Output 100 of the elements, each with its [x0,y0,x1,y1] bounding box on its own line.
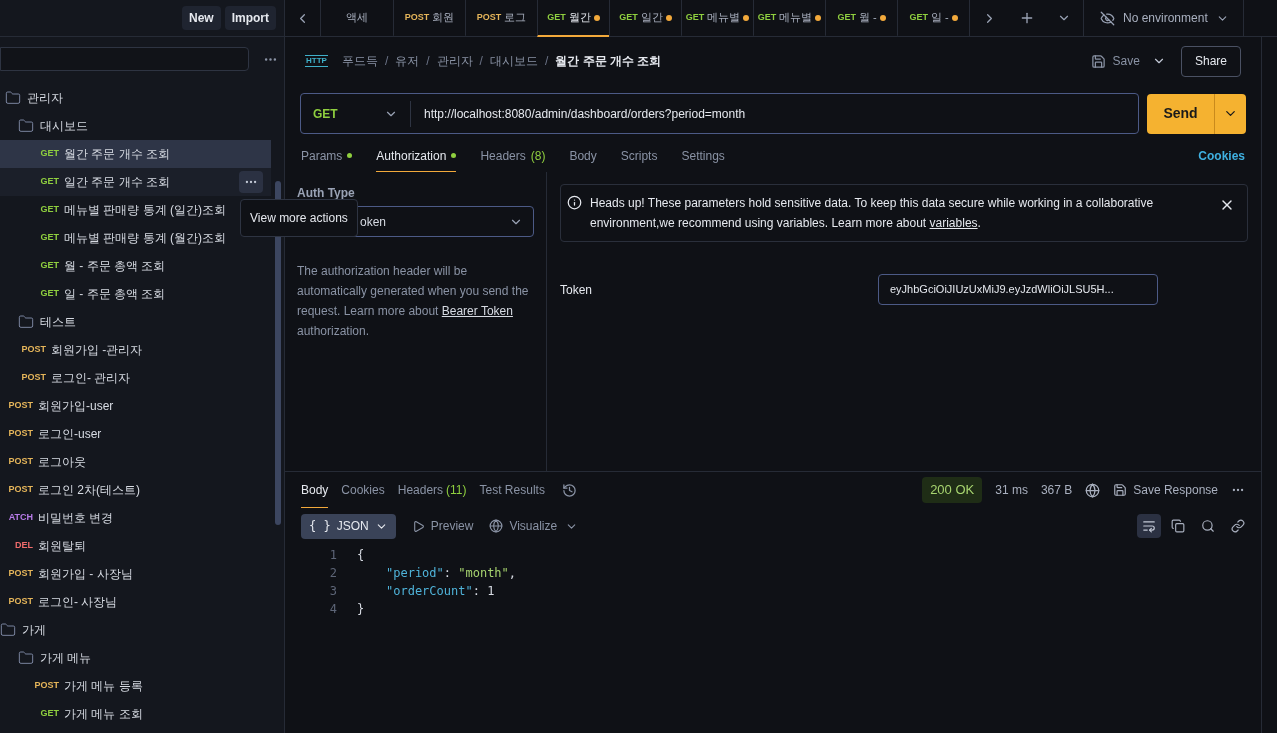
format-selector[interactable]: { } JSON [301,513,396,539]
request-item[interactable]: GET 일간 주문 개수 조회 [0,168,271,196]
save-icon [1090,53,1106,69]
method-selector[interactable]: GET [301,100,411,127]
globe-icon [489,519,504,533]
request-tab[interactable]: GET 일간 [609,0,681,37]
save-response-button[interactable]: Save Response [1113,481,1218,499]
folder-icon [5,90,21,106]
request-item[interactable]: GET 월 - 주문 총액 조회 [0,252,271,280]
request-item[interactable]: POST 회원가입-user [0,392,271,420]
request-tab[interactable]: Scripts [620,140,658,172]
request-item[interactable]: POST 로그인- 사장님 [0,588,271,616]
search-icon[interactable] [1201,519,1215,533]
request-item[interactable]: DEL 회원탈퇴 [0,532,271,560]
breadcrumb-item[interactable]: 월간 주문 개수 조회 [555,52,662,70]
request-item[interactable]: ATCH 비밀번호 변경 [0,504,271,532]
folder-item[interactable]: 대시보드 [0,112,271,140]
code-line: } [357,601,365,618]
request-tab[interactable]: GET 월 - [825,0,897,37]
bearer-token-link[interactable]: Bearer Token [441,304,513,318]
request-tab[interactable]: Headers (8) [480,140,546,172]
request-item[interactable]: GET 일 - 주문 총액 조회 [0,280,271,308]
request-item[interactable]: POST 회원가입 -관리자 [0,336,271,364]
breadcrumb-separator: / [384,53,389,70]
preview-button[interactable]: Preview [411,517,474,535]
folder-icon [18,118,34,134]
folder-item[interactable]: 관리자 [0,84,271,112]
request-tab[interactable]: GET 메뉴별 [753,0,825,37]
line-number: 3 [328,583,337,600]
response-tab[interactable]: Cookies [341,472,385,508]
code-line: { [357,547,365,564]
tooltip: View more actions [240,199,358,237]
line-number: 1 [328,547,337,564]
code-line: "period": "month", [385,565,517,582]
request-item[interactable]: POST 회원가입 - 사장님 [0,560,271,588]
request-item[interactable]: GET 가게 메뉴 조회 [0,700,271,728]
auth-type-label: Auth Type [297,185,356,202]
request-tab[interactable]: Body [569,140,597,172]
copy-icon[interactable] [1171,519,1185,533]
request-item[interactable]: POST 로그아웃 [0,448,271,476]
request-item[interactable]: POST 로그인- 관리자 [0,364,271,392]
response-tab[interactable]: Body [301,472,329,508]
link-icon[interactable] [1231,519,1245,533]
token-field[interactable]: eyJhbGciOiJIUzUxMiJ9.eyJzdWliOiJLSU5H... [878,274,1158,305]
history-icon[interactable] [561,482,577,498]
breadcrumb-item[interactable]: 관리자 [436,52,473,70]
request-item[interactable]: POST 가게 메뉴 등록 [0,672,271,700]
save-button[interactable]: Save [1090,52,1140,70]
request-item[interactable]: GET 월간 주문 개수 조회 [0,140,271,168]
share-button[interactable]: Share [1180,45,1241,77]
folder-item[interactable]: 가게 [0,616,271,644]
play-icon [411,519,425,533]
folder-icon [0,622,16,638]
breadcrumb-item[interactable]: 대시보드 [489,52,538,70]
request-item[interactable]: POST 로그인-user [0,420,271,448]
response-size: 367 B [1040,482,1073,499]
request-tab[interactable]: Authorization [376,140,457,172]
visualize-button[interactable]: Visualize [489,517,558,535]
search-field[interactable] [0,47,249,71]
line-number: 2 [328,565,337,582]
request-tab[interactable]: 액세 [321,0,393,37]
line-number: 4 [328,601,337,618]
save-icon [1113,483,1128,497]
token-label: Token [560,281,593,299]
info-icon [567,195,582,210]
folder-icon [18,650,34,666]
auth-help-text: The authorization header will be automatically generated when you send the request. Learn more about Bearer Token authorization. [297,263,530,340]
request-item[interactable]: POST 로그인 2차(테스트) [0,476,271,504]
wrap-icon [1142,519,1156,533]
request-tab[interactable]: POST 로그 [465,0,537,37]
toolbar-button[interactable]: New [181,6,221,30]
folder-item[interactable]: 테스트 [0,308,271,336]
request-tab[interactable]: GET 메뉴별 [681,0,753,37]
breadcrumb-item[interactable]: 푸드득 [341,52,378,70]
request-tab[interactable]: GET 월간 [537,0,609,37]
response-time: 31 ms [995,482,1028,499]
status-badge: 200 OK [922,477,983,503]
url-field[interactable]: http://localhost:8080/admin/dashboard/orders?period=month [424,104,746,123]
request-tab[interactable]: GET 일 - [897,0,969,37]
environment-selector[interactable]: No environment [1084,0,1244,36]
alert-text: Heads up! These parameters hold sensitive data. To keep this data secure while working in a collaborative environment,we recommend using variables. Learn more about variables. [590,195,1155,232]
new-tab-icon[interactable] [1019,10,1035,26]
breadcrumb-item[interactable]: 유저 [395,52,420,70]
response-tab[interactable]: Test Results [479,472,545,508]
response-tab[interactable]: Headers (11) [397,472,467,508]
breadcrumb-separator: / [479,53,483,70]
folder-item[interactable]: 가게 메뉴 [0,644,271,672]
toolbar-button[interactable]: Import [224,6,276,30]
request-tab[interactable]: POST 회원 [393,0,465,37]
variables-link[interactable]: variables [929,216,978,230]
request-tab[interactable]: Settings [681,140,725,172]
request-tab[interactable]: Params [301,140,353,172]
folder-icon [18,314,34,330]
breadcrumb-separator: / [544,53,549,70]
code-line: "orderCount": 1 [385,583,495,600]
more-actions-button[interactable] [239,171,263,193]
cookies-link[interactable]: Cookies [1198,147,1245,165]
wrap-button[interactable] [1137,514,1161,538]
globe-icon [1085,482,1101,498]
breadcrumb-separator: / [426,53,430,70]
